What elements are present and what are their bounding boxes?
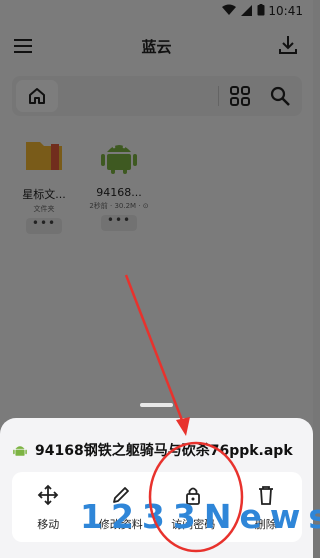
annotation-arrow	[124, 274, 187, 429]
annotation-overlay	[124, 274, 244, 553]
annotation-circle	[148, 441, 244, 553]
arrowhead-icon	[176, 417, 190, 436]
